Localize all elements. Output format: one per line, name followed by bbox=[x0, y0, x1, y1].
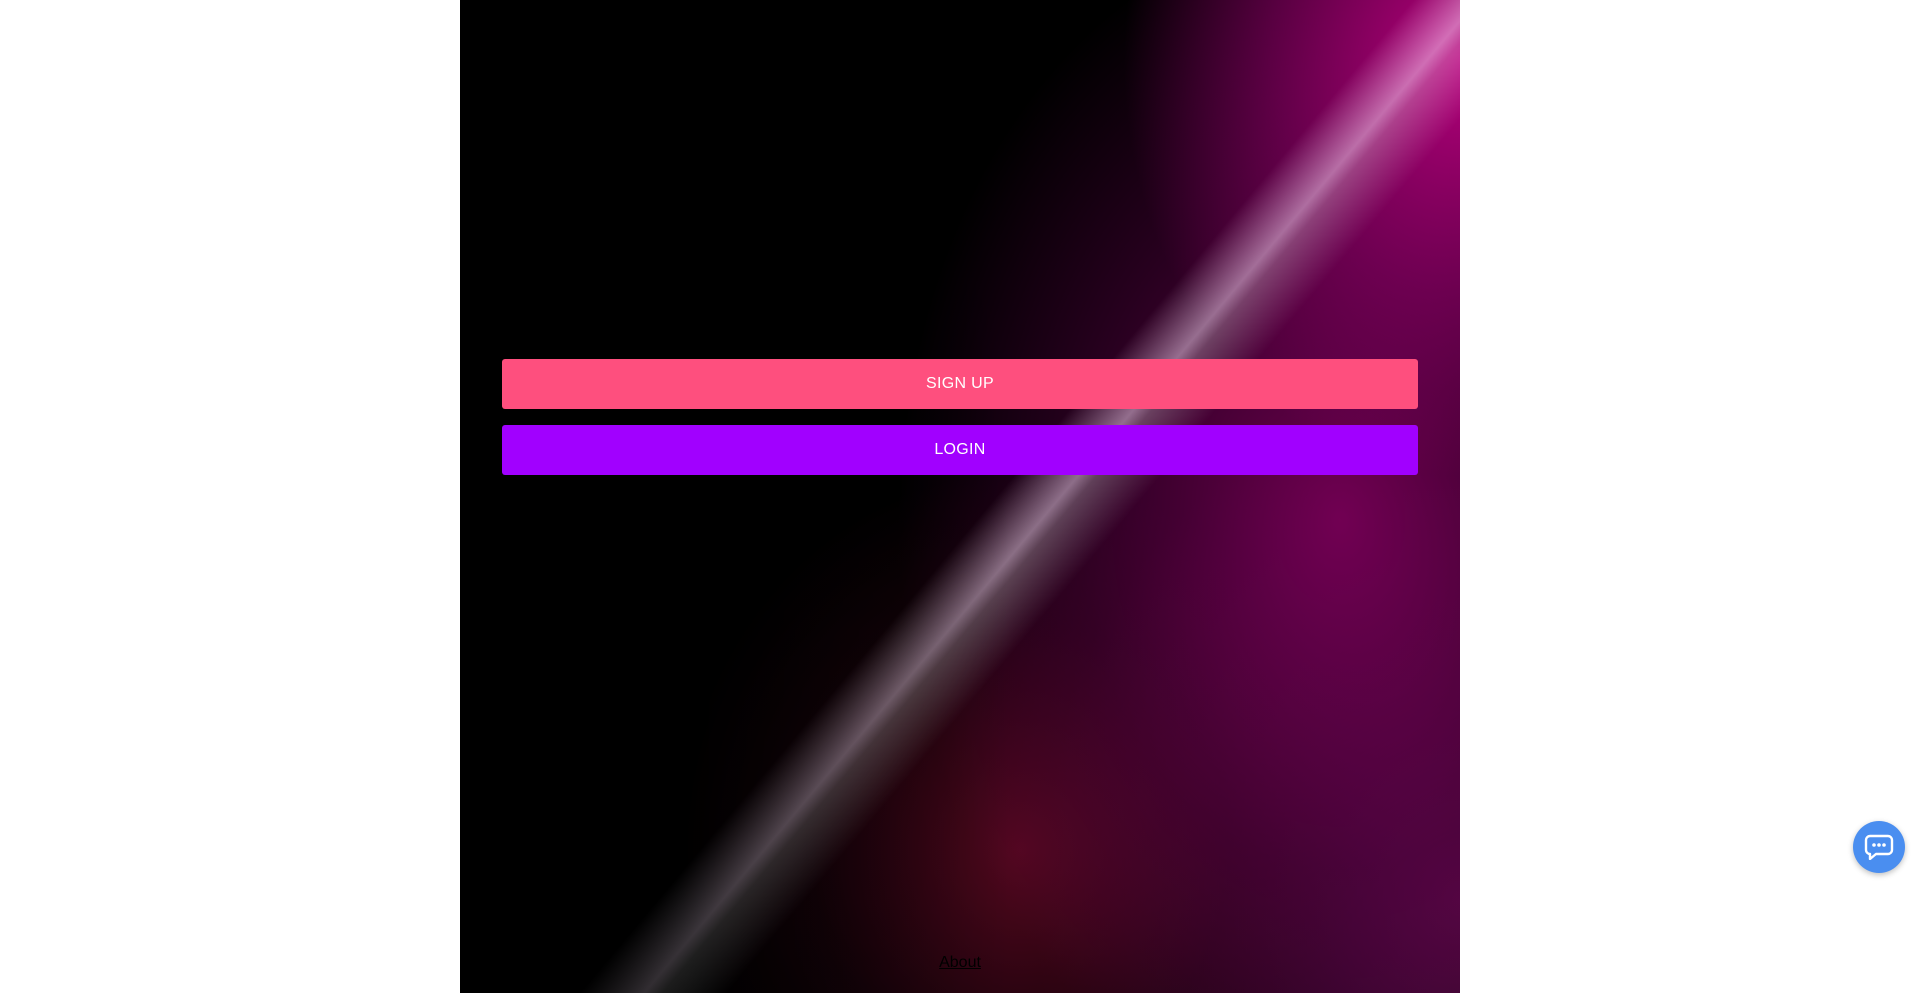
chat-button[interactable] bbox=[1853, 821, 1905, 873]
background-light-beam bbox=[460, 0, 1460, 993]
signup-button[interactable]: SIGN UP bbox=[502, 359, 1418, 409]
login-button[interactable]: LOGIN bbox=[502, 425, 1418, 475]
about-link[interactable]: About bbox=[939, 954, 981, 971]
background-shade bbox=[460, 0, 1460, 993]
background-gradient bbox=[460, 0, 1460, 993]
chat-bubble-icon bbox=[1864, 834, 1894, 860]
footer: About bbox=[460, 954, 1460, 972]
hero-panel: SIGN UP LOGIN About bbox=[460, 0, 1460, 993]
